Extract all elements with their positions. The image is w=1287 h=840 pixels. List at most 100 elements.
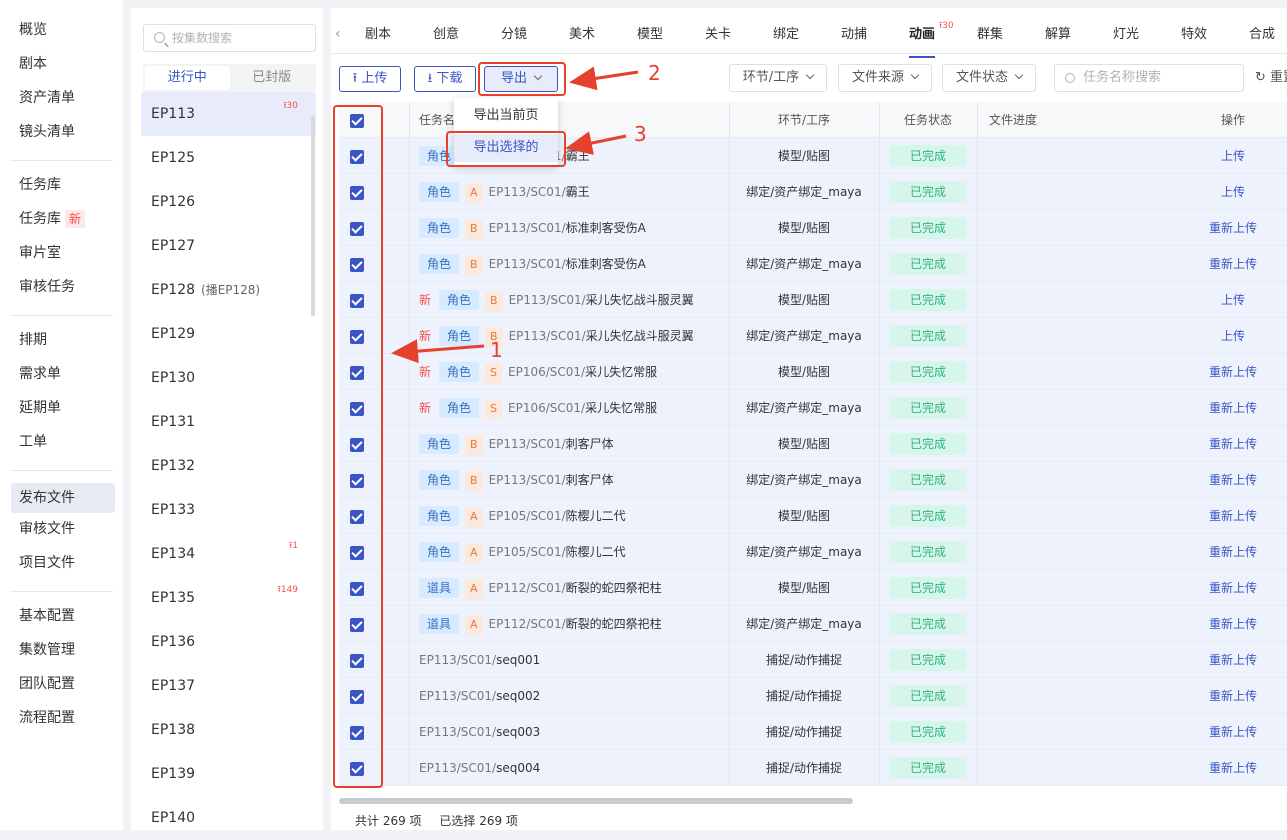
episode-item[interactable]: EP132 xyxy=(141,444,316,488)
tab-stage[interactable]: 合成 xyxy=(1249,8,1275,62)
reset-button[interactable]: ↻ 重置 xyxy=(1255,64,1287,92)
tabs-prev-icon[interactable]: ‹ xyxy=(335,26,341,42)
table-row[interactable]: 角色 A EP105/SC01/陈樱儿二代 模型/贴图 已完成 重新上传 xyxy=(339,498,1287,534)
tab-stage[interactable]: 特效 xyxy=(1181,8,1207,62)
nav-item-10[interactable]: 排期 xyxy=(0,328,123,362)
filter-file-source[interactable]: 文件来源 xyxy=(838,64,932,92)
table-row[interactable]: 角色 B EP113/SC01/标准刺客受伤A 模型/贴图 已完成 重新上传 xyxy=(339,210,1287,246)
episode-item[interactable]: EP139 xyxy=(141,752,316,796)
table-row[interactable]: EP113/SC01/seq004 捕捉/动作捕捉 已完成 重新上传 xyxy=(339,750,1287,786)
grade-tag: S xyxy=(485,363,503,383)
status-badge: 已完成 xyxy=(889,613,967,635)
tab-stage[interactable]: 分镜 xyxy=(501,8,527,62)
upload-link[interactable]: 重新上传 xyxy=(1209,581,1257,595)
nav-item-1[interactable]: 剧本 xyxy=(0,52,123,86)
episode-item[interactable]: EP140 xyxy=(141,796,316,840)
tab-stage[interactable]: 创意 xyxy=(433,8,459,62)
episode-item[interactable]: EP136 xyxy=(141,620,316,664)
nav-item-3[interactable]: 镜头清单 xyxy=(0,120,123,154)
episode-list-scrollbar[interactable] xyxy=(311,116,315,316)
upload-button[interactable]: ⭱ 上传 xyxy=(339,66,401,92)
table-row[interactable]: EP113/SC01/seq001 捕捉/动作捕捉 已完成 重新上传 xyxy=(339,642,1287,678)
table-row[interactable]: 道具 A EP112/SC01/断裂的蛇四祭祀柱 模型/贴图 已完成 重新上传 xyxy=(339,570,1287,606)
table-row[interactable]: 角色 A EP113/SC01/霸王 绑定/资产绑定_maya 已完成 上传 xyxy=(339,174,1287,210)
episode-item[interactable]: EP138 xyxy=(141,708,316,752)
table-row[interactable]: 新角色 B EP113/SC01/采儿失忆战斗服灵翼 绑定/资产绑定_maya 已完成 上… xyxy=(339,318,1287,354)
nav-item-11[interactable]: 需求单 xyxy=(0,362,123,396)
episode-item[interactable]: EP130 xyxy=(141,356,316,400)
upload-link[interactable]: 上传 xyxy=(1221,149,1245,163)
nav-item-0[interactable]: 概览 xyxy=(0,18,123,52)
nav-item-22[interactable]: 流程配置 xyxy=(0,706,123,740)
upload-link[interactable]: 重新上传 xyxy=(1209,653,1257,667)
download-button[interactable]: ⭳ 下载 xyxy=(414,66,476,92)
nav-item-20[interactable]: 集数管理 xyxy=(0,638,123,672)
episode-item[interactable]: EP127 xyxy=(141,224,316,268)
episode-item[interactable]: EP137 xyxy=(141,664,316,708)
table-row[interactable]: 道具 A EP112/SC01/断裂的蛇四祭祀柱 绑定/资产绑定_maya 已完成 重新上… xyxy=(339,606,1287,642)
upload-link[interactable]: 重新上传 xyxy=(1209,689,1257,703)
tab-stage[interactable]: 关卡 xyxy=(705,8,731,62)
upload-link[interactable]: 重新上传 xyxy=(1209,509,1257,523)
tab-stage[interactable]: 剧本 xyxy=(365,8,391,62)
tab-stage[interactable]: 模型 xyxy=(637,8,663,62)
tab-stage[interactable]: 群集 xyxy=(977,8,1003,62)
nav-item-17[interactable]: 项目文件 xyxy=(0,551,123,585)
tab-stage[interactable]: 解算 xyxy=(1045,8,1071,62)
upload-link[interactable]: 重新上传 xyxy=(1209,617,1257,631)
nav-item-13[interactable]: 工单 xyxy=(0,430,123,464)
table-row[interactable]: 角色 B EP113/SC01/刺客尸体 模型/贴图 已完成 重新上传 xyxy=(339,426,1287,462)
upload-link[interactable]: 重新上传 xyxy=(1209,473,1257,487)
upload-link[interactable]: 上传 xyxy=(1221,329,1245,343)
episode-item[interactable]: EP131 xyxy=(141,400,316,444)
tab-sealed[interactable]: 已封版 xyxy=(230,66,315,90)
episode-item[interactable]: EP129 xyxy=(141,312,316,356)
tab-stage[interactable]: 灯光 xyxy=(1113,8,1139,62)
episode-item[interactable]: EP126 xyxy=(141,180,316,224)
nav-item-7[interactable]: 审片室 xyxy=(0,241,123,275)
episode-label: EP133 xyxy=(151,502,196,518)
nav-item-6[interactable]: 任务库新 xyxy=(0,207,123,241)
nav-item-19[interactable]: 基本配置 xyxy=(0,604,123,638)
tab-in-progress[interactable]: 进行中 xyxy=(145,66,230,90)
nav-item-12[interactable]: 延期单 xyxy=(0,396,123,430)
table-horizontal-scrollbar[interactable] xyxy=(339,798,853,804)
upload-link[interactable]: 重新上传 xyxy=(1209,221,1257,235)
upload-link[interactable]: 上传 xyxy=(1221,185,1245,199)
upload-link[interactable]: 重新上传 xyxy=(1209,437,1257,451)
export-current-page-item[interactable]: 导出当前页 xyxy=(454,102,558,130)
task-search-input[interactable]: 任务名称搜索 xyxy=(1054,64,1244,92)
episode-item[interactable]: EP125 xyxy=(141,136,316,180)
upload-link[interactable]: 重新上传 xyxy=(1209,365,1257,379)
episode-item[interactable]: EP113 ⭱30 xyxy=(141,92,316,136)
upload-link[interactable]: 重新上传 xyxy=(1209,401,1257,415)
nav-item-5[interactable]: 任务库 xyxy=(0,173,123,207)
nav-item-15[interactable]: 发布文件 xyxy=(11,483,115,513)
upload-link[interactable]: 重新上传 xyxy=(1209,725,1257,739)
episode-search-input[interactable]: 按集数搜索 xyxy=(143,24,316,52)
episode-item[interactable]: EP135 ⭱149 xyxy=(141,576,316,620)
filter-file-status[interactable]: 文件状态 xyxy=(942,64,1036,92)
tab-stage[interactable]: 动画 ⭱30 xyxy=(909,8,954,62)
nav-item-2[interactable]: 资产清单 xyxy=(0,86,123,120)
filter-step[interactable]: 环节/工序 xyxy=(729,64,827,92)
table-row[interactable]: 新角色 S EP106/SC01/采儿失忆常服 模型/贴图 已完成 重新上传 xyxy=(339,354,1287,390)
table-row[interactable]: 角色 B EP113/SC01/刺客尸体 绑定/资产绑定_maya 已完成 重新上传 xyxy=(339,462,1287,498)
upload-link[interactable]: 重新上传 xyxy=(1209,761,1257,775)
table-row[interactable]: 角色 A EP105/SC01/陈樱儿二代 绑定/资产绑定_maya 已完成 重新上传 xyxy=(339,534,1287,570)
nav-item-8[interactable]: 审核任务 xyxy=(0,275,123,309)
table-row[interactable]: 新角色 S EP106/SC01/采儿失忆常服 绑定/资产绑定_maya 已完成 重新上传 xyxy=(339,390,1287,426)
table-row[interactable]: 角色 B EP113/SC01/标准刺客受伤A 绑定/资产绑定_maya 已完成 重新上传 xyxy=(339,246,1287,282)
upload-link[interactable]: 重新上传 xyxy=(1209,545,1257,559)
upload-link[interactable]: 上传 xyxy=(1221,293,1245,307)
tab-stage[interactable]: 绑定 xyxy=(773,8,799,62)
upload-link[interactable]: 重新上传 xyxy=(1209,257,1257,271)
episode-item[interactable]: EP128 (播EP128) xyxy=(141,268,316,312)
table-row[interactable]: EP113/SC01/seq003 捕捉/动作捕捉 已完成 重新上传 xyxy=(339,714,1287,750)
table-row[interactable]: EP113/SC01/seq002 捕捉/动作捕捉 已完成 重新上传 xyxy=(339,678,1287,714)
nav-item-16[interactable]: 审核文件 xyxy=(0,517,123,551)
nav-item-21[interactable]: 团队配置 xyxy=(0,672,123,706)
table-row[interactable]: 新角色 B EP113/SC01/采儿失忆战斗服灵翼 模型/贴图 已完成 上传 xyxy=(339,282,1287,318)
tab-stage[interactable]: 美术 xyxy=(569,8,595,62)
tab-stage[interactable]: 动捕 xyxy=(841,8,867,62)
